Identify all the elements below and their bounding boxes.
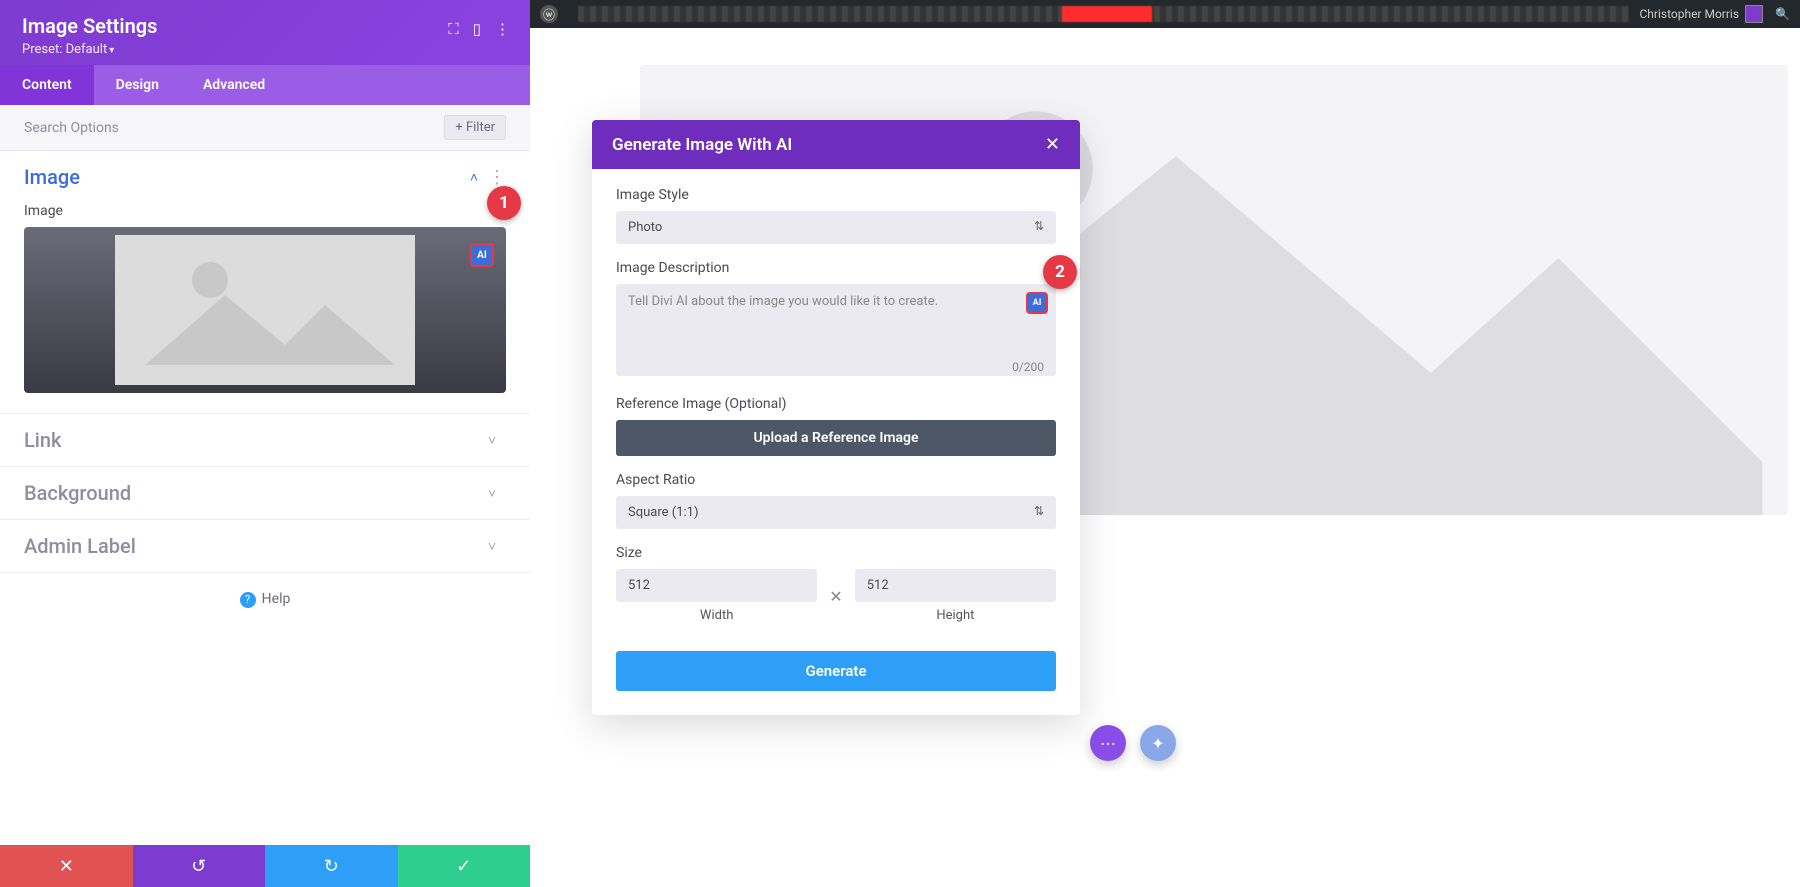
section-admin-label-header[interactable]: Admin Label˅ [0, 520, 530, 572]
ai-modal-header: Generate Image With AI ✕ [592, 120, 1080, 169]
bottom-actions: ✕ ↺ ↻ ✓ [0, 845, 530, 887]
more-icon[interactable]: ⋮ [495, 20, 510, 38]
settings-fab[interactable]: ⋯ [1090, 725, 1126, 761]
image-field-label: Image [24, 203, 506, 219]
image-placeholder [115, 235, 415, 385]
image-description-label: Image Description [616, 260, 1056, 276]
aspect-ratio-label: Aspect Ratio [616, 472, 1056, 488]
sidebar-header: Image Settings Preset: Default▾ ⛶ ▯ ⋮ [0, 0, 530, 65]
section-image-header[interactable]: Image ˄ ⋮ [0, 151, 530, 203]
discard-button[interactable]: ✕ [0, 845, 133, 887]
section-background-header[interactable]: Background˅ [0, 467, 530, 519]
chevron-down-icon: ˅ [488, 485, 496, 502]
ai-generate-modal: Generate Image With AI ✕ Image Style Pho… [592, 120, 1080, 715]
aspect-ratio-select[interactable]: Square (1:1) [616, 496, 1056, 529]
user-menu[interactable]: Christopher Morris [1639, 5, 1763, 23]
panel-title: Image Settings [22, 14, 508, 38]
callout-badge-1: 1 [487, 186, 521, 220]
reference-image-label: Reference Image (Optional) [616, 396, 1056, 412]
image-upload-well[interactable]: AI [24, 227, 506, 393]
save-button[interactable]: ✓ [398, 845, 531, 887]
ai-suggest-badge[interactable]: AI [1026, 292, 1048, 314]
height-input[interactable] [855, 569, 1056, 602]
undo-button[interactable]: ↺ [133, 845, 266, 887]
avatar [1745, 5, 1763, 23]
image-description-input[interactable] [616, 284, 1056, 376]
expand-icon[interactable]: ⛶ [448, 20, 459, 38]
tab-advanced[interactable]: Advanced [181, 65, 287, 105]
layout-icon[interactable]: ▯ [473, 20, 481, 38]
help-icon: ? [240, 592, 256, 608]
redo-button[interactable]: ↻ [265, 845, 398, 887]
chevron-up-icon: ˄ [470, 169, 478, 186]
generate-button[interactable]: Generate [616, 651, 1056, 691]
filter-button[interactable]: + Filter [444, 115, 506, 140]
callout-badge-2: 2 [1043, 255, 1077, 289]
admin-bar-items-blurred [578, 6, 1629, 22]
section-more-icon[interactable]: ⋮ [488, 167, 506, 188]
chevron-down-icon: ˅ [488, 538, 496, 555]
tabs: Content Design Advanced [0, 65, 530, 105]
tab-content[interactable]: Content [0, 65, 94, 105]
upload-reference-button[interactable]: Upload a Reference Image [616, 420, 1056, 456]
wp-admin-bar: ⓦ Christopher Morris 🔍 [530, 0, 1800, 28]
caret-down-icon: ▾ [109, 45, 114, 56]
image-style-select[interactable]: Photo [616, 211, 1056, 244]
settings-sidebar: Image Settings Preset: Default▾ ⛶ ▯ ⋮ Co… [0, 0, 530, 887]
size-label: Size [616, 545, 1056, 561]
preset-selector[interactable]: Preset: Default▾ [22, 42, 508, 57]
help-link[interactable]: ?Help [0, 573, 530, 626]
search-icon[interactable]: 🔍 [1775, 7, 1790, 21]
close-icon[interactable]: ✕ [1045, 134, 1060, 155]
search-input[interactable]: Search Options [24, 120, 444, 136]
char-count: 0/200 [1012, 360, 1044, 374]
ai-generate-badge[interactable]: AI [470, 243, 494, 267]
times-icon: ✕ [829, 587, 842, 606]
chevron-down-icon: ˅ [488, 432, 496, 449]
wordpress-logo-icon[interactable]: ⓦ [540, 5, 558, 23]
width-input[interactable] [616, 569, 817, 602]
search-row: Search Options + Filter [0, 105, 530, 151]
section-link-header[interactable]: Link˅ [0, 414, 530, 466]
image-style-label: Image Style [616, 187, 1056, 203]
tab-design[interactable]: Design [94, 65, 181, 105]
ai-fab[interactable]: ✦ [1140, 725, 1176, 761]
